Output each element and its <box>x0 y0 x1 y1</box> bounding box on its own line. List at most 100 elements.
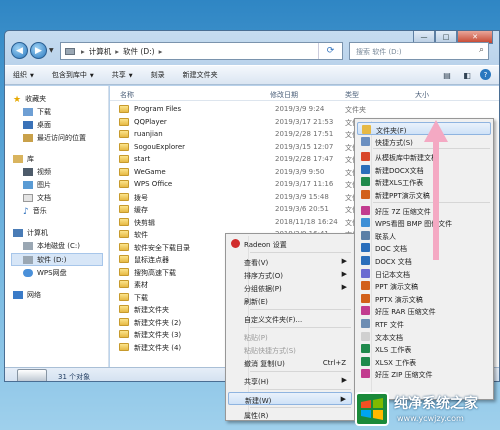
folder-icon <box>119 205 129 213</box>
file-name: QQPlayer <box>134 117 167 126</box>
column-name[interactable]: 名称 <box>120 90 134 100</box>
column-type[interactable]: 类型 <box>345 90 359 100</box>
nav-downloads[interactable]: 下载 <box>23 107 51 117</box>
nav-wps-drive[interactable]: WPS网盘 <box>23 268 67 278</box>
drive-icon <box>17 369 47 381</box>
forward-button[interactable]: ▶ <box>30 42 47 59</box>
breadcrumb-computer[interactable]: 计算机 <box>89 46 112 57</box>
menu-sort[interactable]: 排序方式(O) ▶ <box>228 268 352 281</box>
folder-icon <box>119 342 129 351</box>
new-folder-button[interactable]: 新建文件夹 <box>183 70 218 80</box>
file-name: ruanjian <box>134 130 163 138</box>
drive-icon <box>65 47 75 55</box>
file-date: 2018/11/18 16:24 <box>275 217 338 226</box>
menu-new-pptx[interactable]: PPTX 演示文稿 <box>357 292 491 305</box>
menu-new-txt[interactable]: 文本文档 <box>357 330 491 343</box>
file-name: SogouExplorer <box>134 142 186 151</box>
file-name: 快剪辑 <box>134 218 155 227</box>
file-date: 2019/3/9 9:50 <box>275 167 325 176</box>
breadcrumb-drive[interactable]: 软件 (D:) <box>123 46 155 57</box>
watermark: 纯净系统之家 www.ycwjzy.com <box>355 390 500 430</box>
menu-paste-shortcut: 粘贴快捷方式(S) <box>244 347 296 355</box>
search-icon[interactable]: ⌕ <box>479 45 484 55</box>
recent-places-icon <box>23 134 33 142</box>
arrow-right-icon: ▶ <box>341 283 347 291</box>
contact-icon <box>361 230 370 240</box>
view-options-icon[interactable]: ▤ <box>440 69 454 82</box>
nav-desktop[interactable]: 桌面 <box>23 120 51 130</box>
file-date: 2019/3/9 15:48 <box>275 192 329 201</box>
menu-new-xls[interactable]: XLS 工作表 <box>357 342 491 355</box>
nav-libraries[interactable]: 库 <box>13 154 34 164</box>
context-menu: Radeon 设置 查看(V) ▶ 排序方式(O) ▶ 分组依据(P) ▶ 刷新(E)… <box>225 233 355 421</box>
share-button[interactable]: 共享 ▼ <box>112 70 133 80</box>
include-in-library-button[interactable]: 包含到库中 ▼ <box>52 70 94 80</box>
burn-button[interactable]: 刻录 <box>151 70 165 80</box>
column-date[interactable]: 修改日期 <box>270 90 298 100</box>
txt-icon <box>361 331 370 341</box>
arrow-right-icon: ▶ <box>341 376 347 384</box>
nav-pictures[interactable]: 图片 <box>23 180 51 190</box>
help-icon[interactable]: ? <box>480 69 491 80</box>
search-input[interactable]: 搜索 软件 (D:) ⌕ <box>349 42 489 60</box>
nav-network[interactable]: 网络 <box>13 290 41 300</box>
organize-button[interactable]: 组织 ▼ <box>13 70 34 80</box>
history-dropdown-icon[interactable]: ▼ <box>49 47 54 54</box>
menu-new-rtf[interactable]: RTF 文件 <box>357 317 491 330</box>
nav-music[interactable]: ♪ 音乐 <box>23 206 47 217</box>
column-headers: 名称 修改日期 类型 大小 <box>110 86 499 101</box>
arrow-right-icon: ▶ <box>340 395 346 403</box>
menu-new-zip[interactable]: 好压 ZIP 压缩文件 <box>357 367 491 380</box>
nav-drive-d[interactable]: 软件 (D:) <box>11 253 103 266</box>
file-date: 2019/2/28 17:47 <box>275 155 334 163</box>
menu-new-xlsx[interactable]: XLSX 工作表 <box>357 355 491 368</box>
address-bar[interactable]: ▸ 计算机 ▸ 软件 (D:) ▸ ⟳ <box>60 42 343 60</box>
nav-videos[interactable]: 视频 <box>23 167 51 177</box>
haoziprar-icon <box>361 306 370 316</box>
file-name: 软件安全下载目录 <box>134 243 190 252</box>
refresh-icon[interactable]: ⟳ <box>318 43 342 59</box>
menu-share[interactable]: 共享(H) ▶ <box>228 374 352 387</box>
menu-undo[interactable]: 撤消 复制(U) Ctrl+Z <box>228 356 352 369</box>
nav-documents[interactable]: 文档 <box>23 193 51 203</box>
file-name: 拨号 <box>134 193 148 202</box>
menu-view[interactable]: 查看(V) ▶ <box>228 255 352 268</box>
preview-pane-icon[interactable]: ◧ <box>460 69 474 82</box>
menu-new-journal[interactable]: 日记本文档 <box>357 267 491 280</box>
menu-new-rar[interactable]: 好压 RAR 压缩文件 <box>357 304 491 317</box>
nav-drive-c[interactable]: 本地磁盘 (C:) <box>23 241 80 251</box>
back-button[interactable]: ◀ <box>11 42 28 59</box>
menu-refresh[interactable]: 刷新(E) <box>228 294 352 307</box>
folder-icon <box>119 192 129 201</box>
folder-icon <box>119 292 129 301</box>
file-date: 2019/2/28 17:51 <box>275 130 334 138</box>
watermark-url: www.ycwjzy.com <box>397 414 464 423</box>
nav-recent[interactable]: 最近访问的位置 <box>23 133 86 143</box>
object-count: 31 个对象 <box>58 373 91 381</box>
folder-icon <box>119 130 129 138</box>
nav-computer[interactable]: 计算机 <box>13 228 48 238</box>
menu-group[interactable]: 分组依据(P) ▶ <box>228 281 352 294</box>
folder-icon <box>119 217 129 226</box>
drive-icon <box>23 242 33 250</box>
table-row[interactable]: Program Files 2019/3/9 9:24 文件夹 <box>110 103 499 115</box>
menu-customize[interactable]: 自定义文件夹(F)... <box>228 312 352 325</box>
menu-new[interactable]: 新建(W) ▶ <box>228 392 352 405</box>
breadcrumb-sep-icon: ▸ <box>115 46 120 56</box>
menu-radeon[interactable]: Radeon 设置 <box>228 237 352 250</box>
folder-icon <box>362 125 371 134</box>
cloud-icon <box>23 269 33 277</box>
folder-icon <box>119 317 129 326</box>
music-icon: ♪ <box>23 207 29 217</box>
download-icon <box>23 108 33 116</box>
pptx-icon <box>361 293 370 303</box>
menu-new-ppt-file[interactable]: PPT 演示文稿 <box>357 279 491 292</box>
column-size[interactable]: 大小 <box>415 90 429 100</box>
file-date: 2019/3/6 20:51 <box>275 205 329 213</box>
nav-favorites[interactable]: ★ 收藏夹 <box>13 94 46 105</box>
menu-properties[interactable]: 属性(R) <box>228 408 352 421</box>
arrow-right-icon: ▶ <box>341 257 347 265</box>
rtf-icon <box>361 319 370 328</box>
windows-logo-icon <box>355 392 389 426</box>
file-name: 新建文件夹 <box>134 306 169 314</box>
